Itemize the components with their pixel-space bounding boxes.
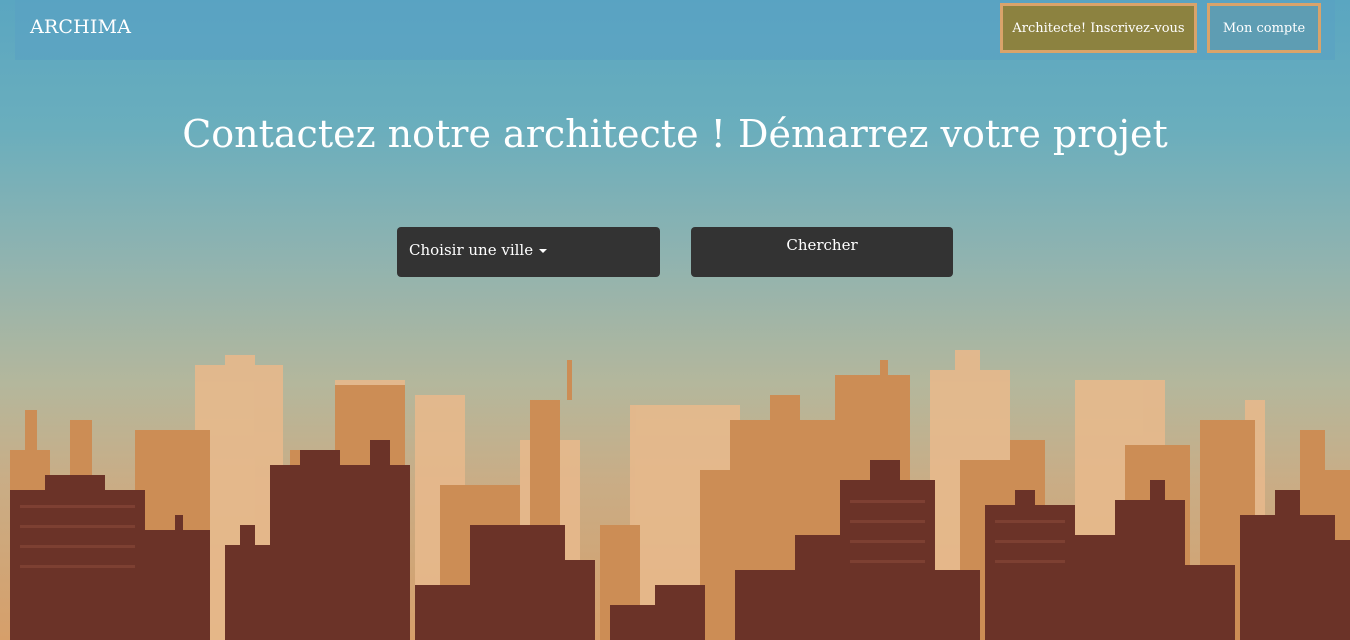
hero-title: Contactez notre architecte ! Démarrez vo… [182,112,1168,156]
top-navbar: ARCHIMA Architecte! Inscrivez-vous Mon c… [15,0,1335,60]
city-skyline-illustration [10,350,1350,640]
city-select-dropdown[interactable]: Choisir une ville [397,227,660,277]
city-select-label: Choisir une ville [409,241,534,259]
architect-register-button[interactable]: Architecte! Inscrivez-vous [1000,3,1197,53]
search-button[interactable]: Chercher [691,227,953,277]
my-account-button[interactable]: Mon compte [1207,3,1321,53]
brand-logo[interactable]: ARCHIMA [30,16,131,38]
caret-down-icon [539,249,548,253]
